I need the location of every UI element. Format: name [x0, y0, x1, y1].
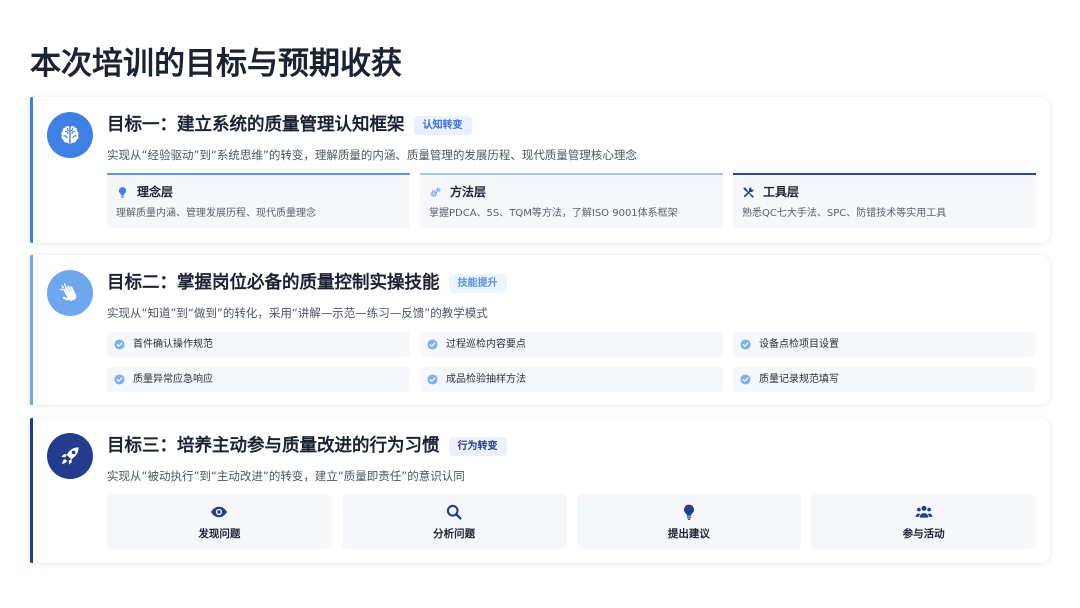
lightbulb-icon	[118, 186, 127, 198]
layer-card: 工具层 熟悉QC七大手法、SPC、防错技术等实用工具	[733, 173, 1036, 228]
layer-description: 熟悉QC七大手法、SPC、防错技术等实用工具	[742, 208, 947, 219]
goal-description: 实现从“经验驱动”到“系统思维”的转变，理解质量的内涵、质量管理的发展历程、现代…	[107, 148, 637, 162]
check-circle-icon	[740, 374, 751, 385]
layer-card: 方法层 掌握PDCA、5S、TQM等方法，了解ISO 9001体系框架	[420, 173, 723, 228]
behavior-label: 发现问题	[198, 528, 241, 540]
gears-icon	[430, 186, 441, 197]
layer-list: 理念层 理解质量内涵、管理发展历程、现代质量理念 方法层 掌握PDCA、5S、T…	[107, 173, 1036, 228]
skill-label: 质量异常应急响应	[133, 373, 213, 385]
layer-description: 掌握PDCA、5S、TQM等方法，了解ISO 9001体系框架	[429, 208, 678, 219]
check-circle-icon	[427, 374, 438, 385]
goal-title: 目标三：培养主动参与质量改进的行为习惯	[107, 436, 440, 456]
goal-heading-row: 目标二：掌握岗位必备的质量控制实操技能 技能提升	[107, 271, 507, 295]
behavior-label: 提出建议	[667, 528, 710, 540]
skill-item: 质量记录规范填写	[733, 367, 1036, 392]
layer-card: 理念层 理解质量内涵、管理发展历程、现代质量理念	[107, 173, 410, 228]
behavior-list: 发现问题 分析问题 提出建议 参与活动	[107, 494, 1036, 549]
users-icon	[915, 505, 933, 518]
skill-item: 成品检验抽样方法	[420, 367, 723, 392]
rocket-icon	[61, 447, 79, 465]
skill-item: 过程巡检内容要点	[420, 332, 723, 357]
skill-item: 设备点检项目设置	[733, 332, 1036, 357]
layer-title: 方法层	[450, 185, 487, 199]
goal-heading-row: 目标三：培养主动参与质量改进的行为习惯 行为转变	[107, 434, 507, 458]
goal-description: 实现从“被动执行”到“主动改进”的转变，建立“质量即责任”的意识认同	[107, 469, 465, 483]
behavior-card: 提出建议	[576, 494, 802, 549]
check-circle-icon	[740, 339, 751, 350]
layer-heading: 工具层	[742, 183, 799, 201]
behavior-card: 发现问题	[107, 494, 332, 549]
goal-card-3: 目标三：培养主动参与质量改进的行为习惯 行为转变 实现从“被动执行”到“主动改进…	[30, 418, 1050, 563]
check-circle-icon	[114, 374, 125, 385]
skill-label: 首件确认操作规范	[133, 338, 213, 350]
check-circle-icon	[114, 339, 125, 350]
layer-heading: 方法层	[429, 183, 486, 201]
skill-item: 质量异常应急响应	[107, 367, 410, 392]
search-icon	[447, 504, 462, 520]
goal-title: 目标一：建立系统的质量管理认知框架	[107, 115, 405, 135]
layer-title: 理念层	[137, 185, 174, 199]
behavior-card: 分析问题	[341, 494, 567, 549]
goal-heading-row: 目标一：建立系统的质量管理认知框架 认知转变	[107, 113, 472, 137]
tools-icon	[743, 186, 754, 198]
goal-badge: 行为转变	[448, 436, 507, 456]
skill-item: 首件确认操作规范	[107, 332, 410, 357]
goal-card-1: 目标一：建立系统的质量管理认知框架 认知转变 实现从“经验驱动”到“系统思维”的…	[30, 97, 1050, 243]
goal-card-2: 目标二：掌握岗位必备的质量控制实操技能 技能提升 实现从“知道”到“做到”的转化…	[30, 255, 1050, 405]
check-circle-icon	[427, 339, 438, 350]
goal-badge: 技能提升	[448, 273, 507, 293]
clapping-hands-icon	[59, 283, 77, 301]
behavior-card: 参与活动	[811, 494, 1036, 549]
eye-icon	[211, 506, 228, 518]
layer-heading: 理念层	[116, 183, 173, 201]
behavior-label: 分析问题	[433, 528, 476, 540]
goal-badge: 认知转变	[413, 115, 472, 135]
goal-icon-circle	[47, 270, 93, 316]
behavior-label: 参与活动	[902, 528, 945, 540]
brain-icon	[61, 126, 79, 144]
goal-icon-circle	[47, 433, 93, 479]
layer-description: 理解质量内涵、管理发展历程、现代质量理念	[116, 208, 316, 219]
goal-description: 实现从“知道”到“做到”的转化，采用“讲解—示范—练习—反馈”的教学模式	[107, 306, 488, 320]
layer-title: 工具层	[763, 185, 800, 199]
skill-label: 过程巡检内容要点	[446, 338, 526, 350]
lightbulb-icon	[683, 504, 694, 520]
goal-title: 目标二：掌握岗位必备的质量控制实操技能	[107, 273, 440, 293]
goal-icon-circle	[47, 112, 93, 158]
skill-list: 首件确认操作规范 过程巡检内容要点 设备点检项目设置 质量异常应急响应 成品检验…	[107, 332, 1036, 392]
skill-label: 设备点检项目设置	[759, 338, 839, 350]
page-title: 本次培训的目标与预期收获	[30, 46, 402, 82]
skill-label: 质量记录规范填写	[759, 373, 839, 385]
skill-label: 成品检验抽样方法	[446, 373, 526, 385]
